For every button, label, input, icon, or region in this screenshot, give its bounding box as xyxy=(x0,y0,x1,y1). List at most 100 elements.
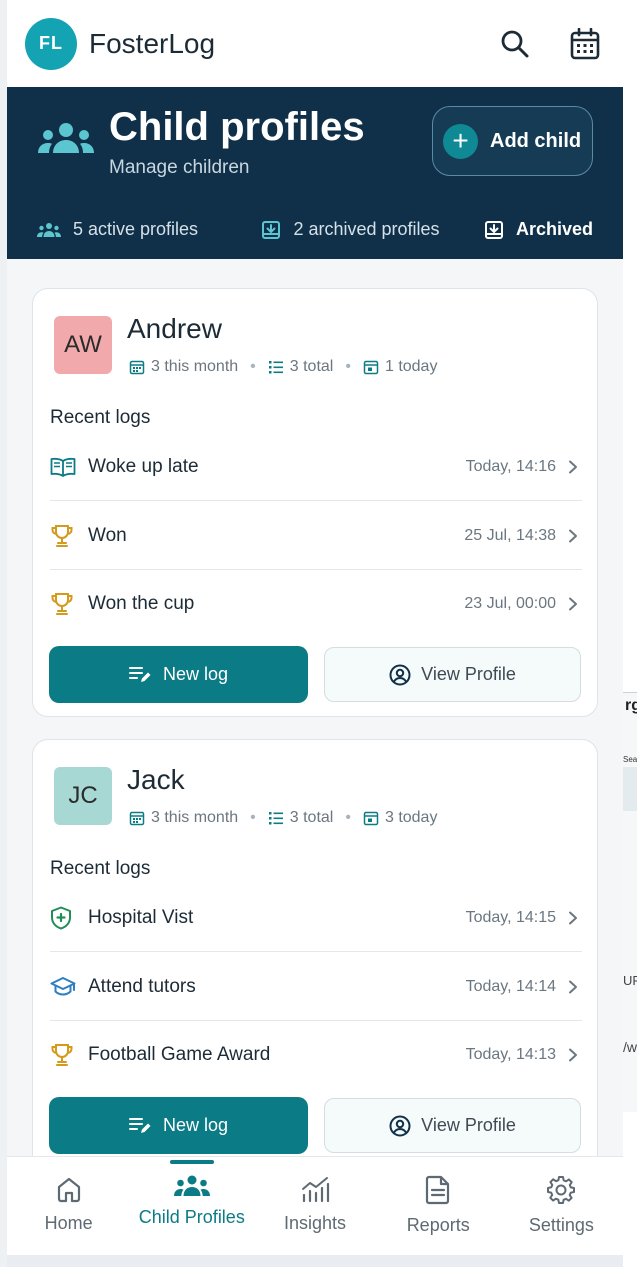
app-logo[interactable]: FL xyxy=(25,17,77,70)
app-name: FosterLog xyxy=(89,27,216,59)
document-icon xyxy=(426,1175,450,1205)
people-icon xyxy=(173,1175,210,1196)
log-title: Football Game Award xyxy=(88,1044,271,1065)
month-stat-label: 3 this month xyxy=(151,358,239,375)
month-stat: 3 this month xyxy=(129,809,238,827)
search-icon[interactable] xyxy=(495,24,535,64)
log-title: Won xyxy=(88,524,127,546)
user-circle-icon xyxy=(389,1115,411,1136)
nav-item-reports[interactable]: Reports xyxy=(377,1157,500,1255)
new-log-label: New log xyxy=(162,1115,229,1135)
log-time: Today, 14:15 xyxy=(465,908,556,926)
log-row[interactable]: Won 25 Jul, 14:38 xyxy=(50,502,582,570)
archived-link-label: Archived xyxy=(515,219,593,239)
chevron-right-icon xyxy=(568,460,582,474)
archive-icon xyxy=(484,220,503,239)
separator-dot: • xyxy=(345,358,351,375)
log-time: Today, 14:16 xyxy=(465,457,556,475)
total-stat: 3 total xyxy=(268,358,333,376)
separator-dot: • xyxy=(250,358,256,375)
archived-profiles-label: 2 archived profiles xyxy=(293,219,440,239)
nav-label: Settings xyxy=(528,1215,594,1235)
background-text: rg xyxy=(625,697,637,714)
calendar-icon xyxy=(129,811,145,826)
chevron-right-icon xyxy=(568,911,582,925)
nav-item-child-profiles[interactable]: Child Profiles xyxy=(130,1157,253,1255)
book-open-icon xyxy=(50,457,78,477)
trophy-icon xyxy=(50,592,78,616)
today-stat-label: 3 today xyxy=(384,809,438,826)
total-stat: 3 total xyxy=(268,809,334,827)
view-profile-button[interactable]: View Profile xyxy=(324,647,581,702)
edit-note-icon xyxy=(128,666,151,682)
child-name[interactable]: Jack xyxy=(127,764,185,796)
people-icon xyxy=(37,222,61,237)
graduation-cap-icon xyxy=(50,976,78,998)
background-text: Sea xyxy=(623,755,637,764)
page-title: Child profiles xyxy=(109,105,365,149)
nav-label: Insights xyxy=(283,1213,347,1233)
log-time: Today, 14:13 xyxy=(465,1046,556,1063)
avatar: JC xyxy=(54,767,112,825)
total-stat-label: 3 total xyxy=(289,809,334,826)
child-name[interactable]: Andrew xyxy=(127,313,222,345)
user-circle-icon xyxy=(389,664,411,685)
log-time: Today, 14:14 xyxy=(465,977,556,995)
active-profiles-stat: 5 active profiles xyxy=(37,219,261,240)
new-log-button[interactable]: New log xyxy=(49,1097,308,1154)
log-title: Won the cup xyxy=(88,593,195,614)
child-log-stats: 3 this month • 3 total • 1 today xyxy=(129,358,437,376)
background-band xyxy=(623,767,637,811)
log-time: 23 Jul, 00:00 xyxy=(464,595,556,612)
child-card: JC Jack 3 this month • 3 total • 3 today… xyxy=(32,739,598,1179)
active-indicator xyxy=(169,1160,214,1164)
chevron-right-icon xyxy=(568,529,582,543)
log-row[interactable]: Football Game Award Today, 14:13 xyxy=(50,1021,582,1089)
profile-stats: 5 active profiles 2 archived profiles Ar… xyxy=(7,200,623,259)
archived-link[interactable]: Archived xyxy=(484,219,593,240)
separator-dot: • xyxy=(345,809,351,826)
child-card: AW Andrew 3 this month • 3 total • 1 tod… xyxy=(32,288,598,717)
chevron-right-icon xyxy=(568,597,582,611)
add-child-button[interactable]: + Add child xyxy=(432,106,593,176)
view-profile-button[interactable]: View Profile xyxy=(324,1098,581,1153)
background-window: rg Sea UR /w xyxy=(623,0,637,1267)
recent-logs-heading: Recent logs xyxy=(50,858,151,879)
archive-icon xyxy=(262,220,281,239)
page-subtitle: Manage children xyxy=(109,157,250,178)
nav-item-insights[interactable]: Insights xyxy=(253,1157,376,1255)
nav-item-home[interactable]: Home xyxy=(7,1157,130,1255)
calendar-today-icon xyxy=(363,360,379,375)
archived-profiles-stat: 2 archived profiles xyxy=(261,219,484,240)
log-row[interactable]: Woke up late Today, 14:16 xyxy=(50,433,582,501)
log-row[interactable]: Won the cup 23 Jul, 00:00 xyxy=(50,570,582,638)
trophy-icon xyxy=(50,524,78,548)
top-bar: FL FosterLog xyxy=(7,0,623,87)
trophy-icon xyxy=(50,1043,78,1067)
log-row[interactable]: Attend tutors Today, 14:14 xyxy=(50,953,582,1021)
nav-item-settings[interactable]: Settings xyxy=(500,1157,623,1255)
log-row[interactable]: Hospital Vist Today, 14:15 xyxy=(50,884,582,952)
new-log-button[interactable]: New log xyxy=(49,646,308,703)
gear-icon xyxy=(547,1176,576,1204)
new-log-label: New log xyxy=(162,664,229,684)
nav-label: Home xyxy=(44,1213,93,1233)
background-pane: rg Sea UR /w xyxy=(623,692,637,1112)
today-stat: 3 today xyxy=(363,809,437,827)
add-child-label: Add child xyxy=(490,129,582,152)
bottom-nav: Home Child Profiles Insights Reports Set… xyxy=(7,1156,623,1255)
edit-note-icon xyxy=(128,1117,151,1133)
view-profile-label: View Profile xyxy=(421,1115,516,1135)
plus-icon: + xyxy=(443,123,478,159)
people-icon xyxy=(37,122,95,161)
active-profiles-label: 5 active profiles xyxy=(73,219,199,239)
background-text: /w xyxy=(623,1039,637,1055)
chevron-right-icon xyxy=(568,1048,582,1062)
app-window: FL FosterLog Child profiles Manage child… xyxy=(7,0,623,1255)
today-stat: 1 today xyxy=(363,358,437,376)
nav-label: Child Profiles xyxy=(138,1207,245,1227)
calendar-icon[interactable] xyxy=(565,24,605,64)
month-stat: 3 this month xyxy=(129,358,238,376)
list-icon xyxy=(268,812,283,825)
calendar-icon xyxy=(129,360,145,375)
